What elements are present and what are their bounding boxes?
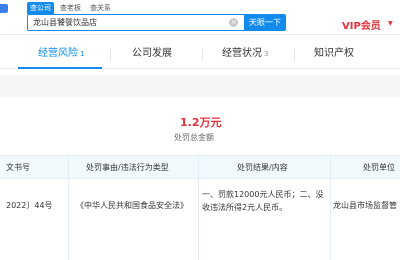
section-spacer xyxy=(0,75,400,97)
table-header: 文书号 处罚事由/违法行为类型 处罚结果/内容 处罚单位 xyxy=(0,156,400,179)
cell-penalty-result: 一、罚款12000元人民币；二、没收违法所得2元人民币。 xyxy=(202,190,324,212)
penalty-table: 文书号 处罚事由/违法行为类型 处罚结果/内容 处罚单位 2022〕44号 《中… xyxy=(0,155,400,260)
search-box: × xyxy=(27,14,245,31)
vip-member-link[interactable]: VIP会员 xyxy=(342,17,381,32)
clear-icon[interactable]: × xyxy=(229,18,238,27)
tab-label: 经营风险 xyxy=(38,48,78,59)
column-divider xyxy=(330,156,331,260)
search-type-tabs: 查公司 查老板 查关系 xyxy=(27,2,117,14)
tab-divider xyxy=(202,49,203,61)
search-input[interactable] xyxy=(33,15,223,30)
tab-company-development[interactable]: 公司发展 xyxy=(132,40,172,69)
tab-operating-status[interactable]: 经营状况 3 xyxy=(222,40,268,69)
tab-operating-risk[interactable]: 经营风险 1 xyxy=(38,40,84,69)
header-penalty-unit: 处罚单位 xyxy=(363,163,395,172)
active-tab-indicator xyxy=(18,67,102,69)
search-tab-company[interactable]: 查公司 xyxy=(27,2,54,14)
logo-icon[interactable] xyxy=(0,4,8,13)
top-header: 查公司 查老板 查关系 × 天眼一下 VIP会员 ▼ xyxy=(0,0,400,35)
total-penalty-label: 处罚总金额 xyxy=(174,133,214,142)
total-penalty-amount: 1.2万元 xyxy=(180,116,222,129)
header-doc-number: 文书号 xyxy=(6,163,30,172)
cell-doc-number: 2022〕44号 xyxy=(6,201,53,210)
search-button[interactable]: 天眼一下 xyxy=(244,14,286,31)
section-tabs: 经营风险 1 公司发展 经营状况 3 知识产权 xyxy=(0,40,400,69)
header-penalty-result: 处罚结果/内容 xyxy=(237,163,288,172)
tab-label: 公司发展 xyxy=(132,48,172,59)
column-divider xyxy=(68,156,69,260)
column-divider xyxy=(198,156,199,260)
search-tab-boss[interactable]: 查老板 xyxy=(57,2,84,14)
tab-label: 经营状况 xyxy=(222,48,262,59)
cell-penalty-unit: 龙山县市场监督管 xyxy=(333,201,397,210)
tab-count: 1 xyxy=(80,50,85,58)
tab-count: 3 xyxy=(264,50,269,58)
cell-penalty-reason[interactable]: 《中华人民共和国食品安全法》 xyxy=(76,200,188,211)
tab-divider xyxy=(294,49,295,61)
tab-label: 知识产权 xyxy=(314,48,354,59)
tab-intellectual-property[interactable]: 知识产权 xyxy=(314,40,354,69)
search-tab-relation[interactable]: 查关系 xyxy=(87,2,114,14)
header-penalty-reason: 处罚事由/违法行为类型 xyxy=(86,163,169,172)
chevron-down-icon[interactable]: ▼ xyxy=(388,20,393,27)
tab-divider xyxy=(110,49,111,61)
